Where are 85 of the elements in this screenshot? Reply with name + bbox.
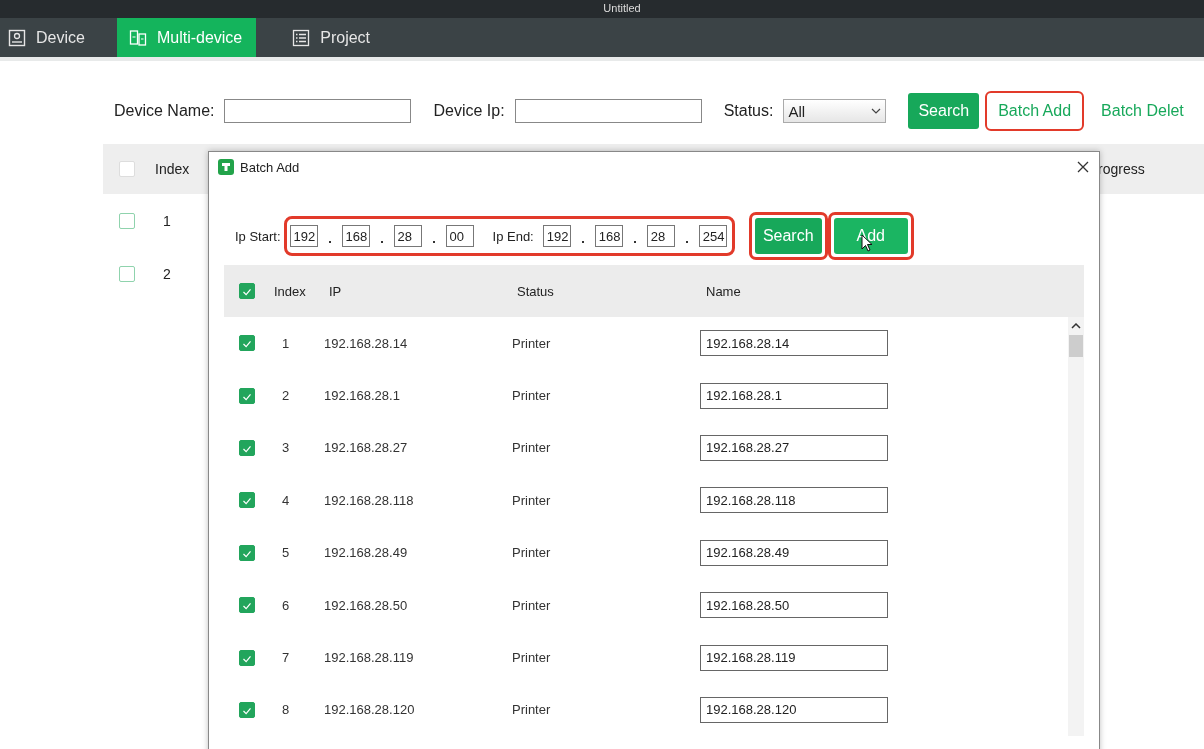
table-cell: 192.168.28.14 xyxy=(324,335,408,351)
checkbox[interactable] xyxy=(239,649,255,666)
column-header: Status xyxy=(517,283,554,299)
chevron-down-icon xyxy=(871,108,882,114)
table-cell: Printer xyxy=(512,335,551,351)
dot-separator xyxy=(581,241,584,243)
monitor-icon xyxy=(8,28,26,47)
window-title: Untitled xyxy=(602,2,641,16)
dialog-title: Batch Add xyxy=(240,159,301,175)
dot-separator xyxy=(328,241,331,243)
name-field[interactable]: 192.168.28.27 xyxy=(700,434,888,461)
devices-icon xyxy=(128,28,147,47)
ip-octet-field[interactable]: 192 xyxy=(542,225,571,247)
table-cell: Printer xyxy=(512,388,551,404)
table-cell: 2 xyxy=(282,388,290,404)
ip-octet-field[interactable]: 192 xyxy=(289,225,318,247)
dot-separator xyxy=(633,241,636,243)
name-field[interactable]: 192.168.28.49 xyxy=(700,539,888,566)
dot-separator xyxy=(685,241,688,243)
table-cell: Printer xyxy=(512,650,551,666)
column-header: Index xyxy=(155,161,190,177)
table-cell: Printer xyxy=(512,492,551,508)
chevron-up-icon[interactable] xyxy=(1071,323,1081,329)
table-cell: 6 xyxy=(282,597,290,613)
ip-octet-field[interactable]: 00 xyxy=(445,225,474,247)
ip-end-label: Ip End: xyxy=(492,228,534,244)
scrollbar[interactable] xyxy=(1068,317,1084,737)
table-cell: 192.168.28.120 xyxy=(324,702,415,718)
table-cell: 192.168.28.119 xyxy=(324,650,414,666)
table-cell: 5 xyxy=(282,545,290,561)
checkbox[interactable] xyxy=(239,701,255,718)
table-cell: 192.168.28.49 xyxy=(324,545,408,561)
column-header: Index xyxy=(274,283,306,299)
table-cell: Printer xyxy=(512,545,551,561)
checkbox[interactable] xyxy=(239,544,255,561)
name-field[interactable]: 192.168.28.118 xyxy=(700,487,888,514)
checkbox[interactable] xyxy=(119,265,135,282)
table-cell: Printer xyxy=(512,440,551,456)
scrollbar-thumb[interactable] xyxy=(1069,335,1083,357)
ip-octet-field[interactable]: 254 xyxy=(698,225,727,247)
list-icon xyxy=(292,28,311,47)
column-header: Name xyxy=(706,283,741,299)
app-icon xyxy=(218,159,234,175)
device-name-label: Device Name: xyxy=(114,102,215,120)
checkbox[interactable] xyxy=(239,492,255,509)
status-dropdown[interactable]: All xyxy=(783,99,887,123)
table-cell: 3 xyxy=(282,440,290,456)
table-cell: 192.168.28.27 xyxy=(324,440,408,456)
table-cell: 2 xyxy=(163,265,171,282)
table-cell: 4 xyxy=(282,492,290,508)
name-field[interactable]: 192.168.28.1 xyxy=(700,382,888,409)
table-cell: 192.168.28.118 xyxy=(324,492,414,508)
checkbox[interactable] xyxy=(239,335,255,352)
device-ip-field[interactable] xyxy=(514,99,702,123)
checkbox[interactable] xyxy=(239,283,255,299)
checkbox[interactable] xyxy=(239,439,255,456)
table-cell: 8 xyxy=(282,702,290,718)
close-icon[interactable] xyxy=(1077,161,1089,173)
dot-separator xyxy=(380,241,383,243)
table-cell: 192.168.28.50 xyxy=(324,597,408,613)
dot-separator xyxy=(432,241,435,243)
checkbox[interactable] xyxy=(239,597,255,614)
name-field[interactable]: 192.168.28.120 xyxy=(700,696,888,723)
ip-octet-field[interactable]: 28 xyxy=(393,225,422,247)
checkbox[interactable] xyxy=(239,387,255,404)
device-ip-label: Device Ip: xyxy=(433,102,505,120)
name-field[interactable]: 192.168.28.50 xyxy=(700,592,888,619)
name-field[interactable]: 192.168.28.119 xyxy=(700,644,888,671)
table-cell: 1 xyxy=(163,212,171,229)
status-label: Status: xyxy=(723,102,774,120)
checkbox[interactable] xyxy=(119,212,135,229)
table-cell: 7 xyxy=(282,650,290,666)
table-cell: 192.168.28.1 xyxy=(324,388,400,404)
tab[interactable]: Device xyxy=(0,18,101,57)
ip-start-label: Ip Start: xyxy=(235,228,281,244)
name-field[interactable]: 192.168.28.14 xyxy=(700,330,888,357)
tab[interactable]: Project xyxy=(284,18,387,57)
column-header: IP xyxy=(329,283,342,299)
ip-octet-field[interactable]: 168 xyxy=(341,225,370,247)
table-cell: Printer xyxy=(512,702,551,718)
table-cell: Printer xyxy=(512,597,551,613)
ip-octet-field[interactable]: 28 xyxy=(646,225,675,247)
ip-octet-field[interactable]: 168 xyxy=(594,225,623,247)
device-name-field[interactable] xyxy=(224,99,412,123)
table-cell: 1 xyxy=(282,335,290,351)
